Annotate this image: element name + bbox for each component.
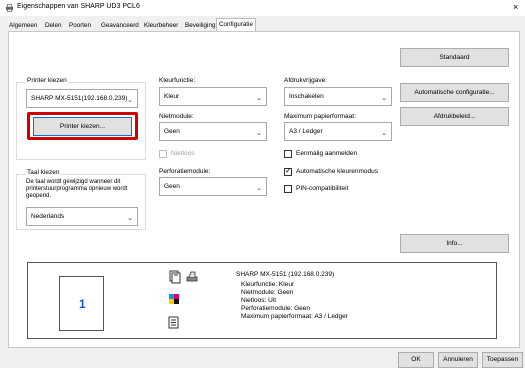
printer-value: SHARP MX-5151(192.168.0.239): [31, 95, 128, 102]
summary-line: Nietloos: Uit: [241, 297, 277, 304]
summary-line: Maximum papierformaat: A3 / Ledger: [241, 313, 348, 320]
chevron-down-icon: ⌄: [381, 95, 387, 102]
print-release-select[interactable]: Inschakelen ⌄: [284, 87, 392, 106]
document-icon: [168, 316, 179, 329]
staple-select[interactable]: Geen ⌄: [159, 122, 267, 141]
print-policy-button[interactable]: Afdrukbeleid...: [400, 107, 509, 126]
colour-value: Kleur: [164, 93, 180, 100]
choose-printer-button[interactable]: Printer kiezen...: [33, 117, 132, 136]
cancel-button[interactable]: Annuleren: [438, 352, 478, 368]
staple-less-label: Nietloos: [171, 150, 195, 157]
printer-label: Printer kiezen: [26, 77, 68, 84]
max-paper-label: Maximum papierformaat:: [284, 113, 356, 120]
chevron-down-icon: ⌄: [256, 130, 262, 137]
colour-label: Kleurfunctie:: [159, 77, 196, 84]
tab-advanced[interactable]: Geavanceerd: [99, 20, 141, 31]
standard-button[interactable]: Standaard: [400, 48, 509, 67]
tab-general[interactable]: Algemeen: [7, 20, 39, 31]
staple-less-checkbox[interactable]: [159, 150, 167, 158]
language-label: Taal kiezen: [26, 169, 61, 176]
page-number: 1: [79, 297, 86, 311]
title-bar: Eigenschappen van SHARP UD3 PCL6 ×: [0, 0, 525, 16]
printer-select[interactable]: SHARP MX-5151(192.168.0.239) ⌄: [26, 89, 138, 108]
info-button[interactable]: Info...: [400, 234, 509, 253]
close-icon[interactable]: ×: [513, 2, 518, 12]
tab-colour-management[interactable]: Kleurbeheer: [142, 20, 180, 31]
chevron-down-icon: ⌄: [256, 95, 262, 102]
colour-icon: [169, 294, 179, 304]
tab-security[interactable]: Beveiliging: [183, 20, 217, 31]
window-title: Eigenschappen van SHARP UD3 PCL6: [17, 3, 140, 10]
pin-checkbox[interactable]: [284, 185, 292, 193]
auto-colour-label: Automatische kleurenmodus: [296, 168, 379, 175]
single-signon-label: Eenmalig aanmelden: [296, 150, 358, 157]
pin-label: PIN-compatibiliteit: [296, 185, 349, 192]
punch-value: Geen: [164, 183, 180, 190]
tab-configuration[interactable]: Configuratie: [216, 18, 256, 31]
print-release-label: Afdrukvrijgave:: [284, 77, 327, 84]
summary-line: Kleurfunctie: Kleur: [241, 281, 295, 288]
page-preview: 1: [59, 276, 104, 331]
staple-value: Geen: [164, 128, 180, 135]
apply-button[interactable]: Toepassen: [482, 352, 523, 368]
printer-icon: [5, 4, 14, 12]
print-release-value: Inschakelen: [289, 93, 324, 100]
punch-label: Perforatiemodule:: [159, 168, 211, 175]
ok-button[interactable]: OK: [398, 352, 434, 368]
output-tray-icon: [186, 271, 198, 282]
language-value: Nederlands: [31, 213, 65, 220]
summary-title: SHARP MX-5151 (192.168.0.239): [236, 271, 335, 278]
summary-line: Perforatiemodule: Geen: [241, 305, 311, 312]
chevron-down-icon: ⌄: [127, 215, 133, 222]
language-note: De taal wordt gewijzigd wanneer dit prin…: [26, 179, 128, 199]
tab-sharing[interactable]: Delen: [43, 20, 63, 31]
chevron-down-icon: ⌄: [256, 185, 262, 192]
auto-config-button[interactable]: Automatische configuratie...: [400, 83, 509, 102]
summary-line: Nietmodule: Geen: [241, 289, 294, 296]
punch-select[interactable]: Geen ⌄: [159, 177, 267, 196]
max-paper-select[interactable]: A3 / Ledger ⌄: [284, 122, 392, 141]
language-select[interactable]: Nederlands ⌄: [26, 207, 138, 226]
tab-ports[interactable]: Poorten: [67, 20, 93, 31]
staple-label: Nietmodule:: [159, 113, 194, 120]
max-paper-value: A3 / Ledger: [289, 128, 323, 135]
single-signon-checkbox[interactable]: [284, 150, 292, 158]
staple-icon: [169, 270, 181, 284]
chevron-down-icon: ⌄: [127, 97, 133, 104]
chevron-down-icon: ⌄: [381, 130, 387, 137]
colour-select[interactable]: Kleur ⌄: [159, 87, 267, 106]
auto-colour-checkbox[interactable]: [284, 166, 292, 176]
